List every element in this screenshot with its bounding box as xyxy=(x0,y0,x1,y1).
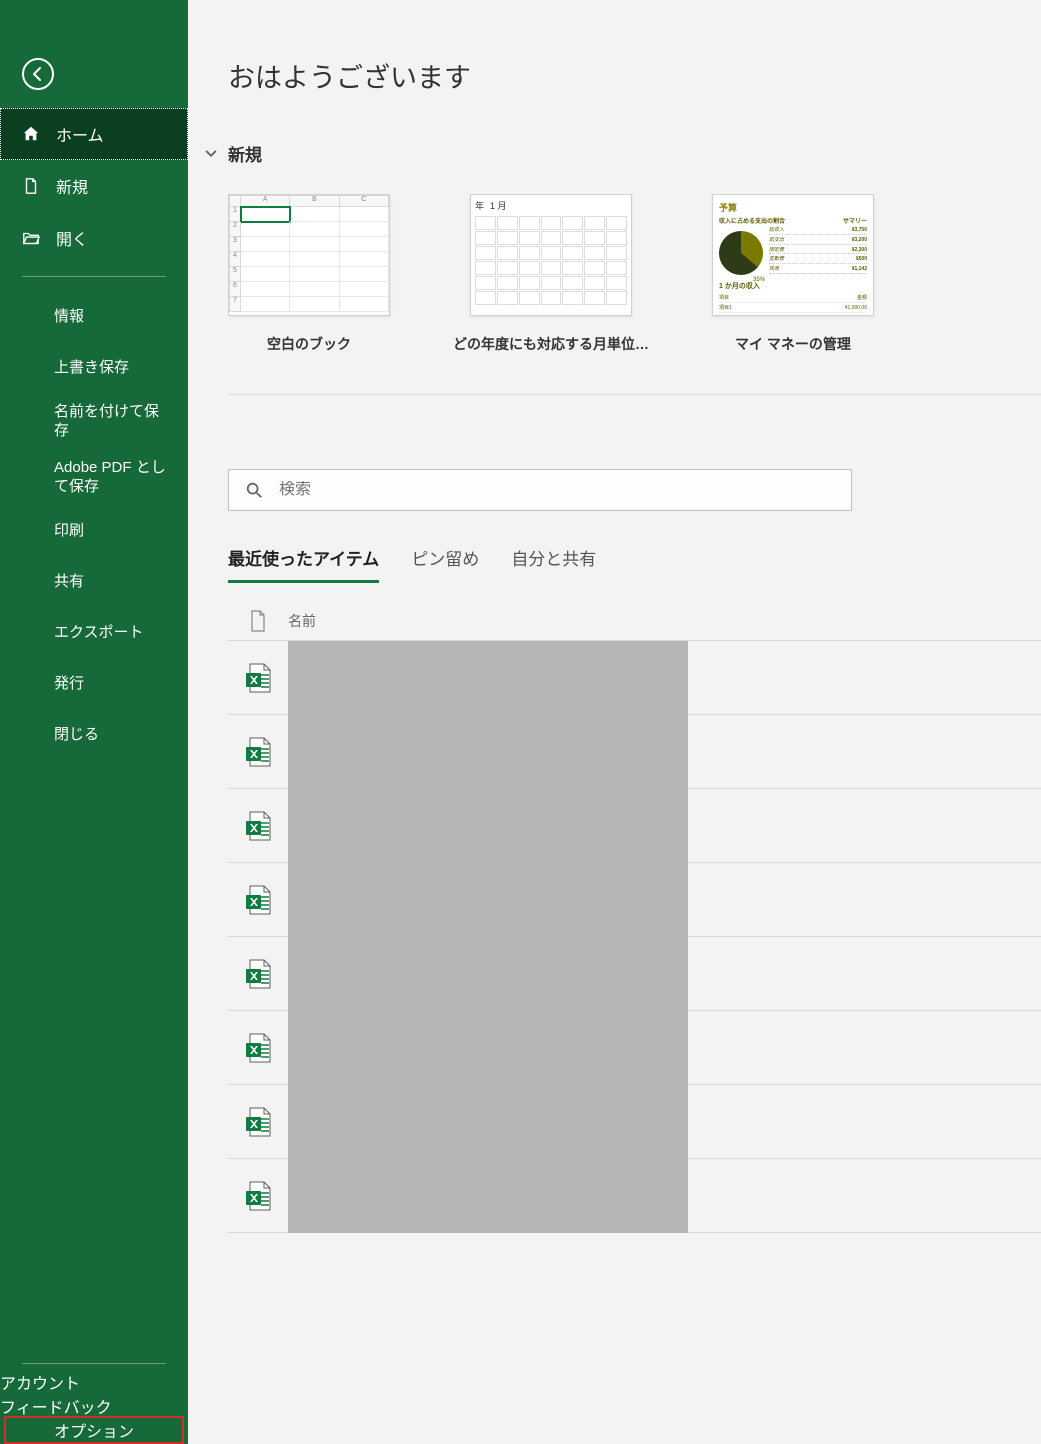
file-name-redacted xyxy=(288,937,688,1011)
excel-file-icon xyxy=(228,1032,288,1064)
template-manage-my-money[interactable]: 予算 収入に占める支出の割合 サマリー 35% 総収入¥3,750 xyxy=(712,194,874,354)
horizontal-divider xyxy=(228,394,1041,395)
sidebar-item-label: 発行 xyxy=(54,674,84,694)
sidebar-item-close[interactable]: 閉じる xyxy=(0,709,188,760)
sidebar-item-label: Adobe PDF として保存 xyxy=(54,458,170,497)
file-name-redacted xyxy=(288,789,688,863)
search-input[interactable] xyxy=(279,481,851,499)
sidebar-item-label: 共有 xyxy=(54,572,84,592)
tab-recent[interactable]: 最近使ったアイテム xyxy=(228,545,379,583)
tab-label: 最近使ったアイテム xyxy=(228,550,379,569)
file-name-redacted xyxy=(288,1159,688,1233)
excel-file-icon xyxy=(228,1106,288,1138)
recent-file-row[interactable] xyxy=(228,715,1041,789)
folder-open-icon xyxy=(22,229,48,247)
new-section-header[interactable]: 新規 xyxy=(204,141,1041,166)
excel-file-icon xyxy=(228,1180,288,1212)
file-list-header: 名前 xyxy=(228,601,1041,641)
excel-file-icon xyxy=(228,884,288,916)
sidebar-item-home[interactable]: ホーム xyxy=(0,108,188,160)
search-box[interactable] xyxy=(228,469,852,511)
sidebar-item-label: ホーム xyxy=(48,122,104,146)
new-section-label: 新規 xyxy=(228,141,262,166)
home-icon xyxy=(22,125,48,143)
sidebar-item-label: 情報 xyxy=(54,307,84,327)
sidebar-item-open[interactable]: 開く xyxy=(0,212,188,264)
sidebar-item-label: エクスポート xyxy=(54,623,144,643)
template-thumbnail: ABC 1 2 3 4 5 6 7 xyxy=(228,194,390,316)
file-header-name: 名前 xyxy=(288,611,316,631)
sidebar-item-print[interactable]: 印刷 xyxy=(0,505,188,556)
recent-file-row[interactable] xyxy=(228,1011,1041,1085)
template-blank-workbook[interactable]: ABC 1 2 3 4 5 6 7 空白のブック xyxy=(228,194,390,354)
tab-label: 自分と共有 xyxy=(511,550,596,569)
sidebar-item-publish[interactable]: 発行 xyxy=(0,658,188,709)
sidebar-item-account[interactable]: アカウント xyxy=(0,1370,188,1394)
file-icon xyxy=(22,177,48,195)
sidebar-item-label: 新規 xyxy=(48,174,88,198)
template-caption: どの年度にも対応する月単位… xyxy=(453,334,649,354)
recent-file-row[interactable] xyxy=(228,1085,1041,1159)
sidebar-item-save[interactable]: 上書き保存 xyxy=(0,342,188,393)
excel-file-icon xyxy=(228,736,288,768)
sidebar-item-options[interactable]: オプション xyxy=(6,1418,182,1442)
recent-file-row[interactable] xyxy=(228,937,1041,1011)
file-name-redacted xyxy=(288,1085,688,1159)
chevron-down-icon xyxy=(204,147,218,161)
sidebar-item-feedback[interactable]: フィードバック xyxy=(0,1394,188,1418)
recent-file-row[interactable] xyxy=(228,1159,1041,1233)
back-button[interactable] xyxy=(22,58,54,90)
file-header-icon xyxy=(228,610,288,632)
sidebar-item-label: 閉じる xyxy=(54,725,99,745)
sidebar-item-share[interactable]: 共有 xyxy=(0,556,188,607)
tab-shared[interactable]: 自分と共有 xyxy=(511,545,596,583)
sidebar-item-save-as[interactable]: 名前を付けて保存 xyxy=(0,393,188,449)
template-thumbnail: 予算 収入に占める支出の割合 サマリー 35% 総収入¥3,750 xyxy=(712,194,874,316)
template-thumbnail: 年1 月 xyxy=(470,194,632,316)
sidebar-item-info[interactable]: 情報 xyxy=(0,291,188,342)
recent-file-list: 名前 xyxy=(228,601,1041,1233)
recent-file-row[interactable] xyxy=(228,641,1041,715)
sidebar-item-label: アカウント xyxy=(0,1376,80,1393)
main-content: おはようございます 新規 ABC 1 2 3 4 5 6 7 xyxy=(188,0,1041,1444)
sidebar-divider xyxy=(22,1363,166,1364)
sidebar-item-label: フィードバック xyxy=(0,1400,112,1417)
template-monthly-calendar[interactable]: 年1 月 どの年度にも対応する月単位… xyxy=(470,194,632,354)
file-name-redacted xyxy=(288,1011,688,1085)
sidebar: ホーム 新規 開く 情報 上書き保存 名前を付けて保存 Adobe PDF とし… xyxy=(0,0,188,1444)
sidebar-item-label: 開く xyxy=(48,226,88,250)
file-name-redacted xyxy=(288,863,688,937)
sidebar-item-label: 名前を付けて保存 xyxy=(54,402,170,441)
sidebar-item-new[interactable]: 新規 xyxy=(0,160,188,212)
template-caption: 空白のブック xyxy=(267,334,351,354)
sidebar-item-export[interactable]: エクスポート xyxy=(0,607,188,658)
sidebar-divider xyxy=(22,276,166,277)
recent-file-row[interactable] xyxy=(228,789,1041,863)
back-arrow-icon xyxy=(30,66,46,82)
tab-pinned[interactable]: ピン留め xyxy=(411,545,479,583)
recent-file-row[interactable] xyxy=(228,863,1041,937)
sidebar-item-label: 上書き保存 xyxy=(54,358,129,378)
template-caption: マイ マネーの管理 xyxy=(735,334,851,354)
excel-file-icon xyxy=(228,958,288,990)
sidebar-item-adobe-pdf[interactable]: Adobe PDF として保存 xyxy=(0,449,188,505)
sidebar-item-label: オプション xyxy=(54,1424,134,1441)
page-greeting: おはようございます xyxy=(228,56,1041,95)
excel-file-icon xyxy=(228,810,288,842)
file-name-redacted xyxy=(288,715,688,789)
tab-label: ピン留め xyxy=(411,550,479,569)
excel-file-icon xyxy=(228,662,288,694)
search-icon xyxy=(229,481,279,499)
file-name-redacted xyxy=(288,641,688,715)
sidebar-item-label: 印刷 xyxy=(54,521,84,541)
